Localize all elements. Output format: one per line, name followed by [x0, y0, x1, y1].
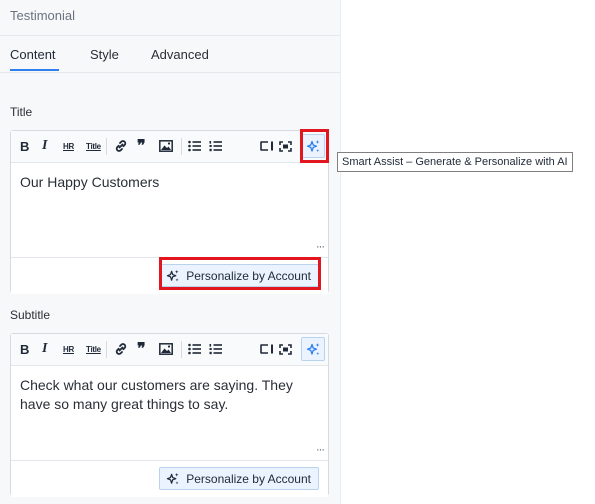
link-icon[interactable]	[114, 341, 128, 357]
settings-panel: Testimonial Content Style Advanced Title…	[0, 0, 341, 504]
hr-icon[interactable]: HR	[63, 138, 74, 154]
quote-icon[interactable]: ❞	[137, 341, 146, 358]
subtitle-field-label: Subtitle	[10, 308, 51, 322]
title-icon[interactable]: Title	[86, 138, 101, 154]
tab-style[interactable]: Style	[90, 47, 119, 62]
resize-handle-icon[interactable]: ···	[316, 241, 325, 253]
title-field-label: Title	[10, 105, 33, 119]
resize-handle-icon[interactable]: ···	[316, 444, 325, 456]
smart-assist-tooltip: Smart Assist – Generate & Personalize wi…	[337, 152, 573, 172]
smart-assist-icon	[167, 472, 179, 484]
active-tab-indicator	[10, 69, 59, 71]
title-editor-toolbar: B I HR Title ❞	[11, 131, 328, 163]
image-icon[interactable]	[159, 138, 173, 154]
subtitle-editor: B I HR Title ❞ Check what our customers …	[10, 333, 329, 497]
italic-icon[interactable]: I	[42, 341, 47, 357]
personalize-button-label: Personalize by Account	[186, 268, 311, 283]
tab-bar: Content Style Advanced	[0, 36, 340, 73]
personalize-by-account-button[interactable]: Personalize by Account	[159, 467, 319, 490]
bold-icon[interactable]: B	[20, 341, 29, 357]
personalize-by-account-button[interactable]: Personalize by Account	[159, 264, 319, 287]
bullet-list-icon[interactable]	[188, 341, 201, 357]
subtitle-editor-footer: Personalize by Account	[11, 460, 328, 497]
title-editor-footer: Personalize by Account	[11, 257, 328, 294]
bold-icon[interactable]: B	[20, 138, 29, 154]
smart-assist-button[interactable]	[301, 134, 325, 158]
tab-advanced[interactable]: Advanced	[151, 47, 209, 62]
toolbar-separator	[181, 341, 182, 358]
subtitle-text-area[interactable]: Check what our customers are saying. The…	[20, 376, 318, 414]
title-editor: B I HR Title ❞ Our Happy Customers ··· P…	[10, 130, 329, 294]
toolbar-separator	[106, 341, 107, 358]
bullet-list-icon[interactable]	[188, 138, 201, 154]
panel-title: Testimonial	[10, 8, 76, 23]
italic-icon[interactable]: I	[42, 138, 47, 154]
smart-assist-icon	[306, 139, 319, 152]
hr-icon[interactable]: HR	[63, 341, 74, 357]
quote-icon[interactable]: ❞	[137, 138, 146, 155]
smart-assist-icon	[167, 269, 179, 281]
title-text-area[interactable]: Our Happy Customers	[20, 173, 318, 192]
image-icon[interactable]	[159, 341, 173, 357]
smart-assist-button[interactable]	[301, 337, 325, 361]
fullscreen-icon[interactable]	[279, 341, 292, 357]
numbered-list-icon[interactable]	[209, 341, 222, 357]
tab-content[interactable]: Content	[10, 47, 56, 62]
fullscreen-icon[interactable]	[279, 138, 292, 154]
subtitle-editor-toolbar: B I HR Title ❞	[11, 334, 328, 366]
personalize-button-label: Personalize by Account	[186, 471, 311, 486]
title-icon[interactable]: Title	[86, 341, 101, 357]
toolbar-separator	[106, 138, 107, 155]
link-icon[interactable]	[114, 138, 128, 154]
expand-icon[interactable]	[260, 138, 274, 154]
numbered-list-icon[interactable]	[209, 138, 222, 154]
toolbar-separator	[181, 138, 182, 155]
smart-assist-icon	[306, 342, 319, 355]
expand-icon[interactable]	[260, 341, 274, 357]
